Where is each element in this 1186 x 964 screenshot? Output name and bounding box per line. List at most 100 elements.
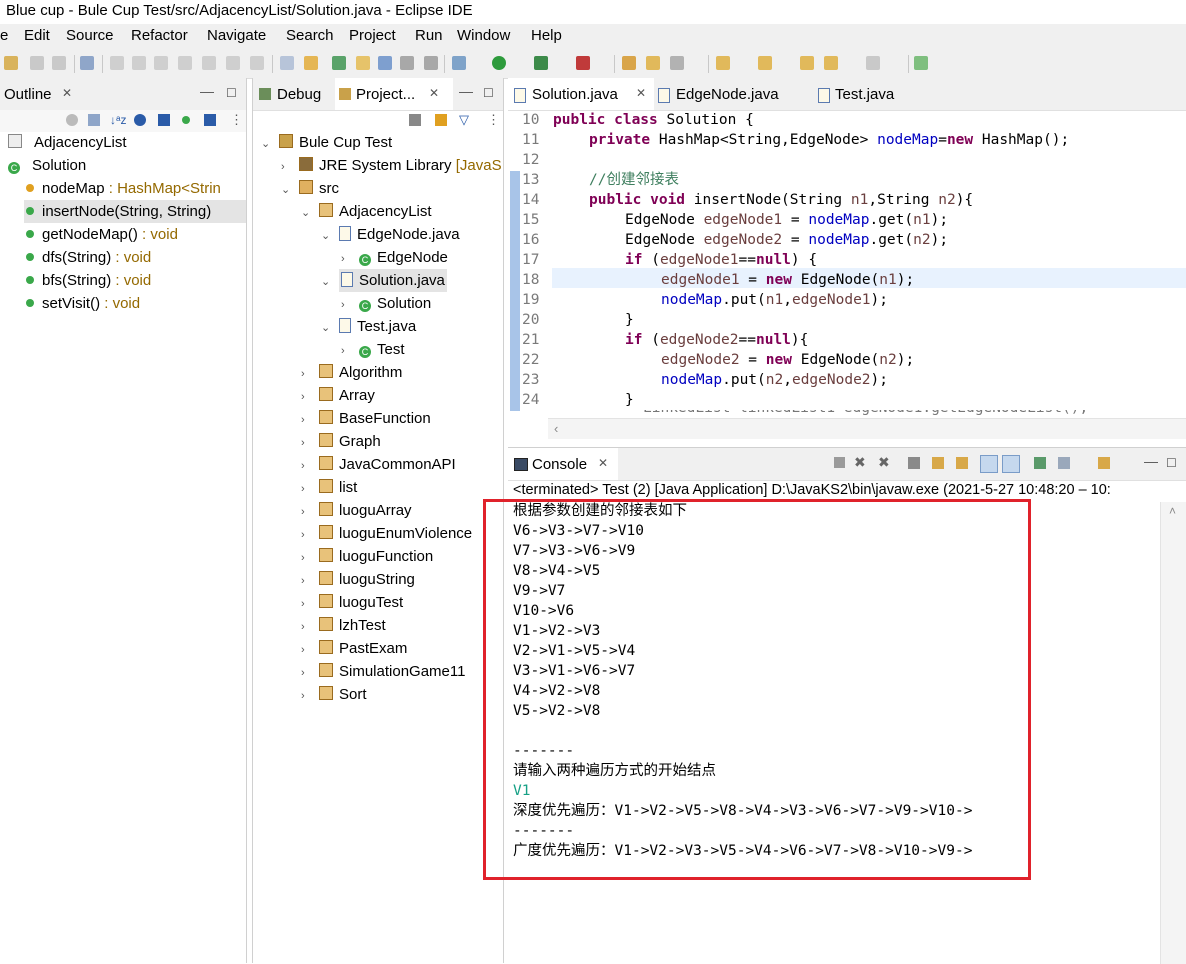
perspective-icon[interactable] [914,56,928,70]
outline-member[interactable]: dfs(String) : void [26,246,151,269]
hide-fields-icon[interactable] [134,114,146,126]
save-icon[interactable] [30,56,44,70]
remove-all-icon[interactable]: ✖ [878,454,890,471]
external-tools-icon[interactable] [576,56,590,70]
tree-jre[interactable]: › JRE System Library [JavaS [281,154,502,177]
outline-member[interactable]: setVisit() : void [26,292,140,315]
step-return-icon[interactable] [250,56,264,70]
close-icon[interactable]: ✕ [598,456,608,470]
tab-solution-java[interactable]: Solution.java [532,86,618,103]
minimize-icon[interactable]: — [200,83,214,99]
back-icon[interactable] [824,56,838,70]
tree-package[interactable]: › list [301,476,357,499]
new-icon[interactable] [4,56,18,70]
outline-member[interactable]: bfs(String) : void [26,269,151,292]
code-line[interactable]: } [625,390,634,410]
filter-icon[interactable]: ▽ [459,112,469,128]
tree-class[interactable]: › C Test [341,338,405,361]
tab-edgenode-java[interactable]: EdgeNode.java [676,86,779,103]
tab-test-java[interactable]: Test.java [835,86,894,103]
outline-member-selected[interactable]: insertNode(String, String) [24,200,246,223]
tab-project-explorer[interactable]: Project... [356,86,415,103]
tree-package[interactable]: › SimulationGame11 [301,660,465,683]
last-edit-location-icon[interactable] [800,56,814,70]
tree-package[interactable]: › Graph [301,430,381,453]
horizontal-scrollbar[interactable]: ‹ [548,418,1186,439]
menu-refactor[interactable]: Refactor [131,27,188,44]
outline-member[interactable]: getNodeMap() : void [26,223,178,246]
close-icon[interactable]: ✕ [636,86,646,100]
menu-help[interactable]: Help [531,27,562,44]
tree-package[interactable]: › Sort [301,683,367,706]
code-line[interactable]: edgeNode1 = new EdgeNode(n1); [661,270,914,290]
hide-nonpublic-icon[interactable] [182,116,190,124]
code-line[interactable]: EdgeNode edgeNode1 = nodeMap.get(n1); [625,210,948,230]
scroll-up-icon[interactable]: ˄ [1169,504,1176,518]
focus-icon[interactable] [88,114,100,126]
maximize-icon[interactable]: ☐ [1166,456,1177,470]
terminate-icon[interactable] [834,457,845,468]
tab-debug[interactable]: Debug [277,86,321,103]
skip-breakpoints-icon[interactable] [80,56,94,70]
menu-file[interactable]: e [0,27,8,44]
menu-window[interactable]: Window [457,27,510,44]
view-menu-icon[interactable]: ⋮ [487,112,500,128]
code-line[interactable]: if (edgeNode2==null){ [625,330,808,350]
tree-package[interactable]: › luoguArray [301,499,412,522]
hide-static-icon[interactable] [158,114,170,126]
coverage-icon[interactable] [534,56,548,70]
outline-class[interactable]: C Solution [8,154,86,177]
tree-class[interactable]: › C EdgeNode [341,246,448,269]
suspend-icon[interactable] [132,56,146,70]
remove-launch-icon[interactable]: ✖ [854,454,866,471]
scroll-left-icon[interactable]: ‹ [554,421,558,436]
open-task-icon[interactable] [646,56,660,70]
sort-icon[interactable]: ↓ᵃz [110,113,126,127]
terminate-icon[interactable] [154,56,168,70]
tree-file[interactable]: ⌄ Test.java [321,315,416,338]
vertical-scrollbar[interactable]: ˄ [1160,502,1186,964]
tree-project[interactable]: ⌄ Bule Cup Test [261,131,392,154]
collapse-all-icon[interactable] [409,114,421,126]
pin-console-icon[interactable] [1034,457,1046,469]
code-line[interactable]: public void insertNode(String n1,String … [589,190,973,210]
run-icon[interactable] [492,56,506,70]
new-class-icon[interactable] [378,56,392,70]
minimize-icon[interactable]: — [1144,453,1158,469]
tree-src[interactable]: ⌄ src [281,177,339,200]
disconnect-icon[interactable] [178,56,192,70]
word-wrap-icon[interactable] [956,457,968,469]
display-console-icon[interactable] [1058,457,1070,469]
resume-icon[interactable] [110,56,124,70]
menu-source[interactable]: Source [66,27,114,44]
save-all-icon[interactable] [52,56,66,70]
menu-project[interactable]: Project [349,27,396,44]
tab-console[interactable]: Console [532,456,587,473]
code-line[interactable]: if (edgeNode1==null) { [625,250,817,270]
view-menu-icon[interactable]: ⋮ [230,112,243,128]
code-comment[interactable]: //创建邻接表 [589,170,679,190]
code-line[interactable]: edgeNode2 = new EdgeNode(n2); [661,350,914,370]
new-java-project-icon[interactable] [332,56,346,70]
tree-package[interactable]: › Array [301,384,375,407]
debug-icon[interactable] [452,56,466,70]
tree-class[interactable]: › C Solution [341,292,431,315]
open-console-icon[interactable] [1098,457,1110,469]
next-annotation-icon[interactable] [716,56,730,70]
collapse-all-icon[interactable] [66,114,78,126]
close-icon[interactable]: ✕ [429,86,439,100]
menu-run[interactable]: Run [415,27,443,44]
tree-package[interactable]: › Algorithm [301,361,402,384]
minimize-icon[interactable]: — [459,83,473,99]
new-package-icon[interactable] [356,56,370,70]
drop-to-frame-icon[interactable] [280,56,294,70]
menu-edit[interactable]: Edit [24,27,50,44]
code-line[interactable]: nodeMap.put(n1,edgeNode1); [661,290,888,310]
show-stdout-icon[interactable] [980,455,998,473]
clear-console-icon[interactable] [908,457,920,469]
outline-member[interactable]: nodeMap : HashMap<Strin [26,177,221,200]
tree-package[interactable]: › luoguTest [301,591,403,614]
tree-package[interactable]: › luoguString [301,568,415,591]
tree-package[interactable]: › luoguEnumViolence [301,522,472,545]
tree-package[interactable]: ⌄ AdjacencyList [301,200,432,223]
